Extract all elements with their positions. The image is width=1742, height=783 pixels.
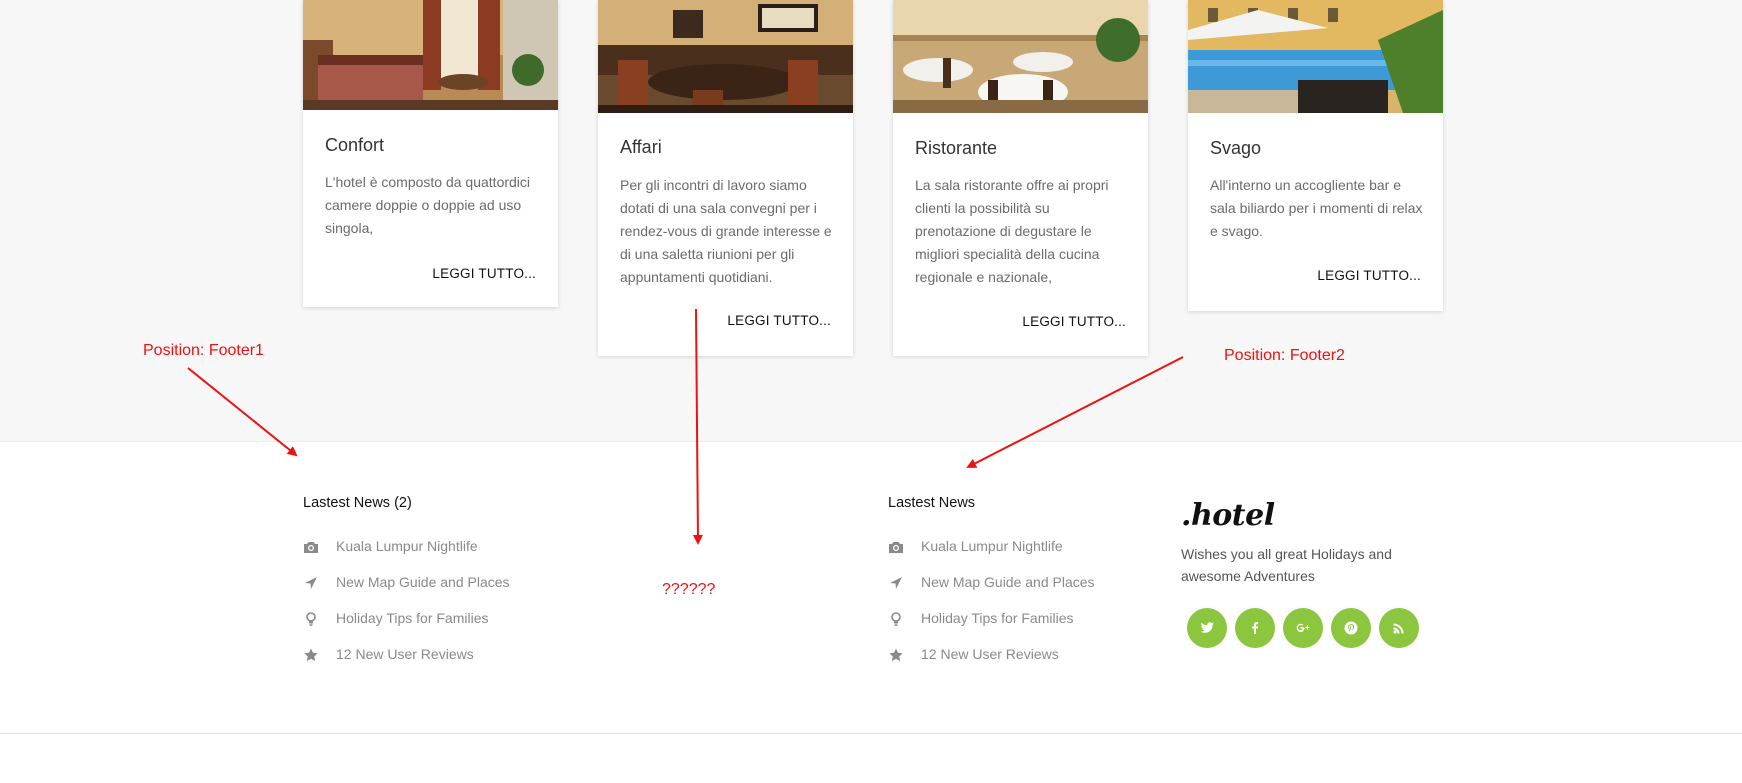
news-item-label: New Map Guide and Places — [921, 574, 1095, 590]
news-item[interactable]: Kuala Lumpur Nightlife — [888, 538, 1063, 574]
news-item[interactable]: 12 New User Reviews — [303, 646, 474, 682]
brand-tagline: Wishes you all great Holidays and awesom… — [1181, 546, 1392, 584]
news-item[interactable]: 12 New User Reviews — [888, 646, 1059, 682]
annotation-unknown: ?????? — [662, 581, 716, 598]
annotation-arrows — [187, 308, 1184, 545]
footer2-heading: Lastest News — [888, 495, 976, 511]
footer2-news: Lastest News Kuala Lumpur Nightlife New … — [888, 495, 1095, 682]
arrow-unknown — [692, 308, 703, 545]
news-item-label: Kuala Lumpur Nightlife — [921, 538, 1063, 554]
arrow-footer1 — [187, 367, 298, 457]
hotel-logo[interactable]: .hotel — [1181, 498, 1421, 533]
news-item-label: 12 New User Reviews — [921, 646, 1059, 662]
page: Confort L'hotel è composto da quattordic… — [0, 0, 1742, 783]
camera-icon — [888, 539, 904, 555]
news-item-label: Kuala Lumpur Nightlife — [336, 538, 478, 554]
footer1-news: Lastest News (2) Kuala Lumpur Nightlife … — [303, 495, 510, 682]
star-icon — [303, 647, 319, 663]
camera-icon — [303, 539, 319, 555]
star-icon — [888, 647, 904, 663]
lightbulb-icon — [303, 611, 319, 627]
footer1-heading: Lastest News (2) — [303, 495, 412, 511]
location-arrow-icon — [303, 575, 319, 591]
location-arrow-icon — [888, 575, 904, 591]
footer-divider — [0, 733, 1742, 734]
news-item-label: New Map Guide and Places — [336, 574, 510, 590]
facebook-icon[interactable] — [1235, 608, 1275, 648]
arrow-footer2 — [966, 356, 1184, 468]
brand-block: .hotel Wishes you all great Holidays and… — [1181, 498, 1421, 648]
twitter-icon[interactable] — [1187, 608, 1227, 648]
rss-icon[interactable] — [1379, 608, 1419, 648]
news-item-label: 12 New User Reviews — [336, 646, 474, 662]
news-item-label: Holiday Tips for Families — [336, 610, 489, 626]
news-item[interactable]: Holiday Tips for Families — [303, 610, 489, 646]
news-item[interactable]: New Map Guide and Places — [303, 574, 510, 610]
news-item[interactable]: Kuala Lumpur Nightlife — [303, 538, 478, 574]
annotation-footer1: Position: Footer1 — [143, 342, 264, 359]
news-item[interactable]: Holiday Tips for Families — [888, 610, 1074, 646]
pinterest-icon[interactable] — [1331, 608, 1371, 648]
google-plus-icon[interactable] — [1283, 608, 1323, 648]
news-item-label: Holiday Tips for Families — [921, 610, 1074, 626]
lightbulb-icon — [888, 611, 904, 627]
annotation-footer2: Position: Footer2 — [1224, 347, 1345, 364]
news-item[interactable]: New Map Guide and Places — [888, 574, 1095, 610]
